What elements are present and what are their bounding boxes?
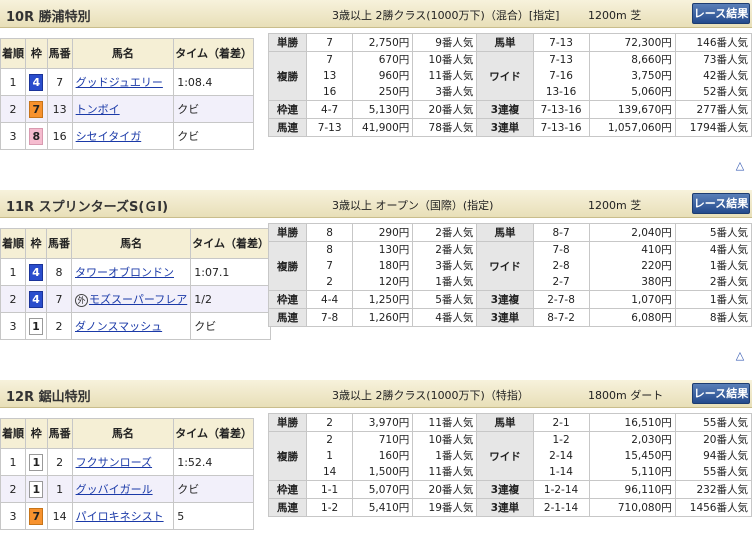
race-conditions: 3歳以上 2勝クラス(1000万下)（特指）: [332, 389, 529, 402]
header-pos: 着順: [0, 38, 26, 69]
horse-link[interactable]: シセイタイガ: [76, 130, 142, 143]
horse-link[interactable]: パイロキネシスト: [76, 510, 164, 523]
header-time: タイム（着差）: [173, 38, 254, 69]
horse-link[interactable]: グッドジュエリー: [76, 76, 163, 89]
header-time: タイム（着差）: [173, 418, 254, 449]
race-header: 11R スプリンターズS(ＧⅠ) 3歳以上 オープン（国際）(指定) 1200m…: [0, 190, 752, 218]
horse-link[interactable]: フクサンローズ: [76, 456, 152, 469]
race-distance: 1800m ダート: [588, 389, 664, 402]
table-row: 3 8 16 シセイタイガ クビ: [0, 122, 254, 150]
table-row: 2 7 13 トンボイ クビ: [0, 95, 254, 123]
frame-badge: 7: [29, 100, 44, 118]
table-row: 1 4 7 グッドジュエリー 1:08.4: [0, 68, 254, 96]
frame-badge: 1: [29, 453, 44, 471]
header-frame: 枠: [25, 228, 47, 259]
frame-badge: 4: [29, 73, 44, 91]
header-frame: 枠: [25, 38, 48, 69]
frame-badge: 8: [29, 127, 44, 145]
frame-badge: 7: [29, 507, 44, 525]
race-conditions: 3歳以上 オープン（国際）(指定): [332, 199, 494, 212]
header-frame: 枠: [25, 418, 48, 449]
race-result-button[interactable]: レース結果: [692, 383, 750, 404]
race-section-10r: 10R 勝浦特別 3歳以上 2勝クラス(1000万下)（混合）[指定] 1200…: [0, 0, 752, 178]
header-name: 馬名: [70, 228, 192, 259]
race-section-11r: 11R スプリンターズS(ＧⅠ) 3歳以上 オープン（国際）(指定) 1200m…: [0, 190, 752, 368]
horse-link[interactable]: タワーオブロンドン: [75, 266, 174, 279]
race-section-12r: 12R 鋸山特別 3歳以上 2勝クラス(1000万下)（特指） 1800m ダー…: [0, 380, 752, 536]
header-no: 馬番: [46, 38, 73, 69]
table-row: 2 1 1 グッバイガール クビ: [0, 475, 254, 503]
race-title: 12R 鋸山特別: [6, 390, 91, 405]
race-conditions: 3歳以上 2勝クラス(1000万下)（混合）[指定]: [332, 9, 560, 22]
race-result-button[interactable]: レース結果: [692, 193, 750, 214]
header-pos: 着順: [0, 228, 26, 259]
header-no: 馬番: [46, 228, 72, 259]
foreign-bred-icon: 外: [75, 293, 88, 307]
horse-link[interactable]: モズスーパーフレア: [89, 293, 187, 306]
table-row: 2 4 7 外モズスーパーフレア 1/2: [0, 285, 272, 313]
frame-badge: 4: [29, 290, 43, 308]
payout-table: 単勝 8 290円 2番人気 馬単 8-7 2,040円 5番人気 複勝 872…: [267, 223, 752, 327]
frame-badge: 4: [29, 263, 43, 281]
race-title: 11R スプリンターズS(ＧⅠ): [6, 200, 169, 215]
header-name: 馬名: [71, 38, 175, 69]
race-header: 12R 鋸山特別 3歳以上 2勝クラス(1000万下)（特指） 1800m ダー…: [0, 380, 752, 408]
header-name: 馬名: [71, 418, 175, 449]
horse-link[interactable]: トンボイ: [76, 103, 120, 116]
table-row: 3 7 14 パイロキネシスト 5: [0, 502, 254, 530]
result-table: 着順 枠 馬番 馬名 タイム（着差） 1 4 7 グッドジュエリー 1:08.4…: [0, 38, 254, 150]
horse-link[interactable]: グッバイガール: [76, 483, 153, 496]
horse-link[interactable]: ダノンスマッシュ: [75, 320, 162, 333]
frame-badge: 1: [29, 317, 43, 335]
header-pos: 着順: [0, 418, 26, 449]
payout-table: 単勝 2 3,970円 11番人気 馬単 2-1 16,510円 55番人気 複…: [267, 413, 752, 517]
table-row: 1 1 2 フクサンローズ 1:52.4: [0, 448, 254, 476]
payout-table: 単勝 7 2,750円 9番人気 馬単 7-13 72,300円 146番人気 …: [267, 33, 752, 137]
header-time: タイム（着差）: [190, 228, 272, 259]
race-header: 10R 勝浦特別 3歳以上 2勝クラス(1000万下)（混合）[指定] 1200…: [0, 0, 752, 28]
result-table: 着順 枠 馬番 馬名 タイム（着差） 1 4 8 タワーオブロンドン 1:07.…: [0, 228, 272, 340]
header-no: 馬番: [46, 418, 73, 449]
triangle-up-icon[interactable]: △: [733, 160, 747, 172]
frame-badge: 1: [29, 480, 44, 498]
race-result-button[interactable]: レース結果: [692, 3, 750, 24]
triangle-up-icon[interactable]: △: [733, 350, 747, 362]
race-title: 10R 勝浦特別: [6, 10, 91, 25]
table-row: 1 4 8 タワーオブロンドン 1:07.1: [0, 258, 272, 286]
race-distance: 1200m 芝: [588, 9, 642, 22]
race-distance: 1200m 芝: [588, 199, 642, 212]
result-table: 着順 枠 馬番 馬名 タイム（着差） 1 1 2 フクサンローズ 1:52.4 …: [0, 418, 254, 530]
table-row: 3 1 2 ダノンスマッシュ クビ: [0, 312, 272, 340]
